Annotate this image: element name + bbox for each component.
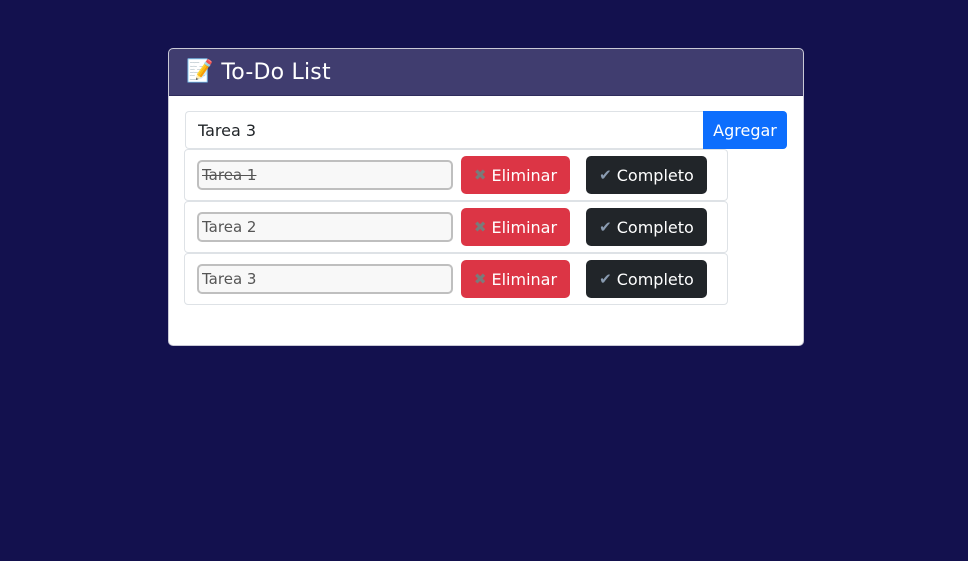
delete-button-label: Eliminar xyxy=(491,269,558,289)
complete-button-label: Completo xyxy=(616,269,694,289)
check-icon: ✔ xyxy=(599,166,612,184)
list-item: ✖ Eliminar ✔ Completo xyxy=(184,253,728,305)
x-icon: ✖ xyxy=(473,166,487,184)
memo-icon: 📝 xyxy=(186,59,214,84)
task-text-field[interactable] xyxy=(197,264,453,294)
delete-button[interactable]: ✖ Eliminar xyxy=(461,208,570,246)
complete-button-label: Completo xyxy=(616,217,694,237)
delete-button[interactable]: ✖ Eliminar xyxy=(461,260,570,298)
page-title: To-Do List xyxy=(221,59,331,85)
complete-button-label: Completo xyxy=(616,165,694,185)
x-icon: ✖ xyxy=(473,270,487,288)
list-item: ✖ Eliminar ✔ Completo xyxy=(184,149,728,201)
x-icon: ✖ xyxy=(473,218,487,236)
task-list: ✖ Eliminar ✔ Completo ✖ Eliminar ✔ Compl… xyxy=(184,149,728,305)
check-icon: ✔ xyxy=(599,270,612,288)
new-task-input[interactable] xyxy=(185,111,703,149)
list-item: ✖ Eliminar ✔ Completo xyxy=(184,201,728,253)
card-header: 📝 To-Do List xyxy=(169,49,803,96)
complete-button[interactable]: ✔ Completo xyxy=(586,208,707,246)
todo-card: 📝 To-Do List Agregar ✖ Eliminar ✔ Comple… xyxy=(168,48,804,346)
check-icon: ✔ xyxy=(599,218,612,236)
task-text-field[interactable] xyxy=(197,160,453,190)
add-task-form: Agregar xyxy=(185,111,787,149)
complete-button[interactable]: ✔ Completo xyxy=(586,156,707,194)
delete-button[interactable]: ✖ Eliminar xyxy=(461,156,570,194)
delete-button-label: Eliminar xyxy=(491,165,558,185)
add-task-button[interactable]: Agregar xyxy=(703,111,787,149)
task-text-field[interactable] xyxy=(197,212,453,242)
delete-button-label: Eliminar xyxy=(491,217,558,237)
complete-button[interactable]: ✔ Completo xyxy=(586,260,707,298)
